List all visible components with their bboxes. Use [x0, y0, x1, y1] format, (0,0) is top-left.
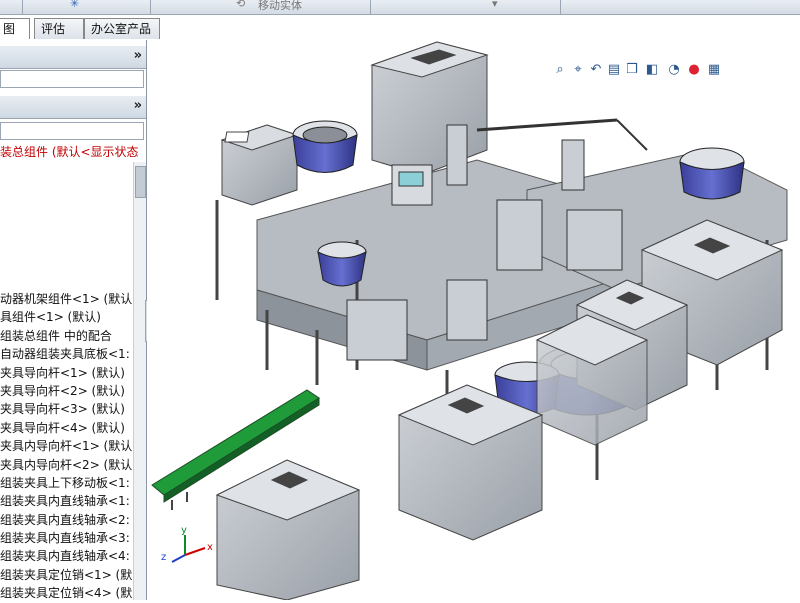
- cabinet-right-front: [535, 314, 649, 446]
- tab-label: 评估: [41, 22, 66, 36]
- expand-panel-icon[interactable]: »: [134, 48, 142, 63]
- view-orientation-icon[interactable]: ❒: [624, 62, 640, 78]
- vibratory-bowl-2: [317, 241, 367, 287]
- tree-item[interactable]: 具组件<1> (默认): [0, 308, 146, 326]
- toolbar-separator: [150, 0, 151, 14]
- tree-item[interactable]: 夹具导向杆<4> (默认): [0, 419, 146, 437]
- move-entity-icon[interactable]: ⟲: [236, 0, 245, 10]
- top-tower-cabinet: [370, 41, 489, 176]
- command-toolbar: ✳ ⟲ 移动实体 ▾: [0, 0, 800, 15]
- tree-item[interactable]: 自动器组装夹具底板<1:: [0, 345, 146, 363]
- vibratory-bowl-1: [292, 120, 358, 173]
- tab-evaluate[interactable]: 评估: [34, 18, 84, 39]
- vibratory-bowl-3: [679, 147, 745, 200]
- feature-manager-panel: » » 装总组件 (默认<显示状态 动器机架组件<1> (默认) 具组件<1> (…: [0, 40, 147, 600]
- tab-label: 办公室产品: [91, 22, 152, 36]
- scrollbar-thumb[interactable]: [135, 166, 146, 198]
- move-entity-button[interactable]: 移动实体: [258, 0, 302, 13]
- previous-view-icon[interactable]: ↶: [588, 62, 604, 78]
- tree-scrollbar[interactable]: [133, 162, 146, 600]
- zoom-area-icon[interactable]: ⌖: [570, 62, 586, 78]
- panel-header: »: [0, 96, 146, 119]
- tree-item[interactable]: 组装夹具定位销<1> (默: [0, 566, 146, 584]
- axis-z-label: z: [161, 552, 166, 563]
- tree-item[interactable]: 动器机架组件<1> (默认): [0, 290, 146, 308]
- command-manager-tabs: 图 评估 办公室产品: [0, 16, 800, 40]
- tree-item[interactable]: 组装总组件 中的配合: [0, 327, 146, 345]
- panel-header: »: [0, 46, 146, 69]
- cabinet-center-front: [397, 384, 544, 541]
- control-cabinet-left: [220, 124, 299, 206]
- toolbar-separator: [560, 0, 561, 14]
- asterisk-icon[interactable]: ✳: [70, 0, 79, 10]
- graphics-viewport[interactable]: x y z ⌕ ⌖ ↶ ▤ ❒ ◧ ◔ ● ▦: [147, 40, 800, 601]
- expand-panel-icon[interactable]: »: [134, 98, 142, 113]
- cabinet-left-front: [215, 459, 361, 601]
- toolbar-separator: [370, 0, 371, 14]
- tab-label: 图: [3, 22, 16, 36]
- toolbar-separator: [22, 0, 23, 14]
- tree-item[interactable]: 组装夹具内直线轴承<2:: [0, 511, 146, 529]
- tree-item[interactable]: 夹具内导向杆<1> (默认: [0, 437, 146, 455]
- tree-item[interactable]: 组装夹具内直线轴承<3:: [0, 529, 146, 547]
- axis-triad: x y z: [161, 525, 213, 563]
- tree-item[interactable]: 组装夹具内直线轴承<4:: [0, 547, 146, 565]
- dropdown-icon[interactable]: ▾: [492, 0, 498, 10]
- section-view-icon[interactable]: ▤: [606, 62, 622, 78]
- axis-y-label: y: [181, 525, 187, 536]
- zoom-fit-icon[interactable]: ⌕: [552, 62, 568, 78]
- tree-item[interactable]: 组装夹具内直线轴承<1:: [0, 492, 146, 510]
- tree-item[interactable]: 组装夹具上下移动板<1:: [0, 474, 146, 492]
- hide-show-icon[interactable]: ◔: [666, 62, 682, 78]
- machine-model[interactable]: x y z: [147, 40, 800, 601]
- scene-icon[interactable]: ▦: [706, 62, 722, 78]
- axis-x-label: x: [207, 542, 213, 553]
- display-style-icon[interactable]: ◧: [644, 62, 660, 78]
- tree-item[interactable]: 夹具导向杆<1> (默认): [0, 364, 146, 382]
- appearance-icon[interactable]: ●: [686, 62, 702, 78]
- tree-root-assembly[interactable]: 装总组件 (默认<显示状态: [0, 143, 139, 160]
- tab-sketch[interactable]: 图: [0, 18, 30, 39]
- tree-item[interactable]: 组装夹具定位销<4> (默: [0, 584, 146, 600]
- panel-filter-field[interactable]: [0, 122, 144, 140]
- tree-item[interactable]: 夹具导向杆<3> (默认): [0, 400, 146, 418]
- tab-office-products[interactable]: 办公室产品: [84, 18, 160, 39]
- feature-tree: 动器机架组件<1> (默认) 具组件<1> (默认) 组装总组件 中的配合 自动器组装…: [0, 290, 146, 600]
- tree-item[interactable]: 夹具导向杆<2> (默认): [0, 382, 146, 400]
- tree-item[interactable]: 夹具内导向杆<2> (默认: [0, 456, 146, 474]
- panel-filter-field[interactable]: [0, 70, 144, 88]
